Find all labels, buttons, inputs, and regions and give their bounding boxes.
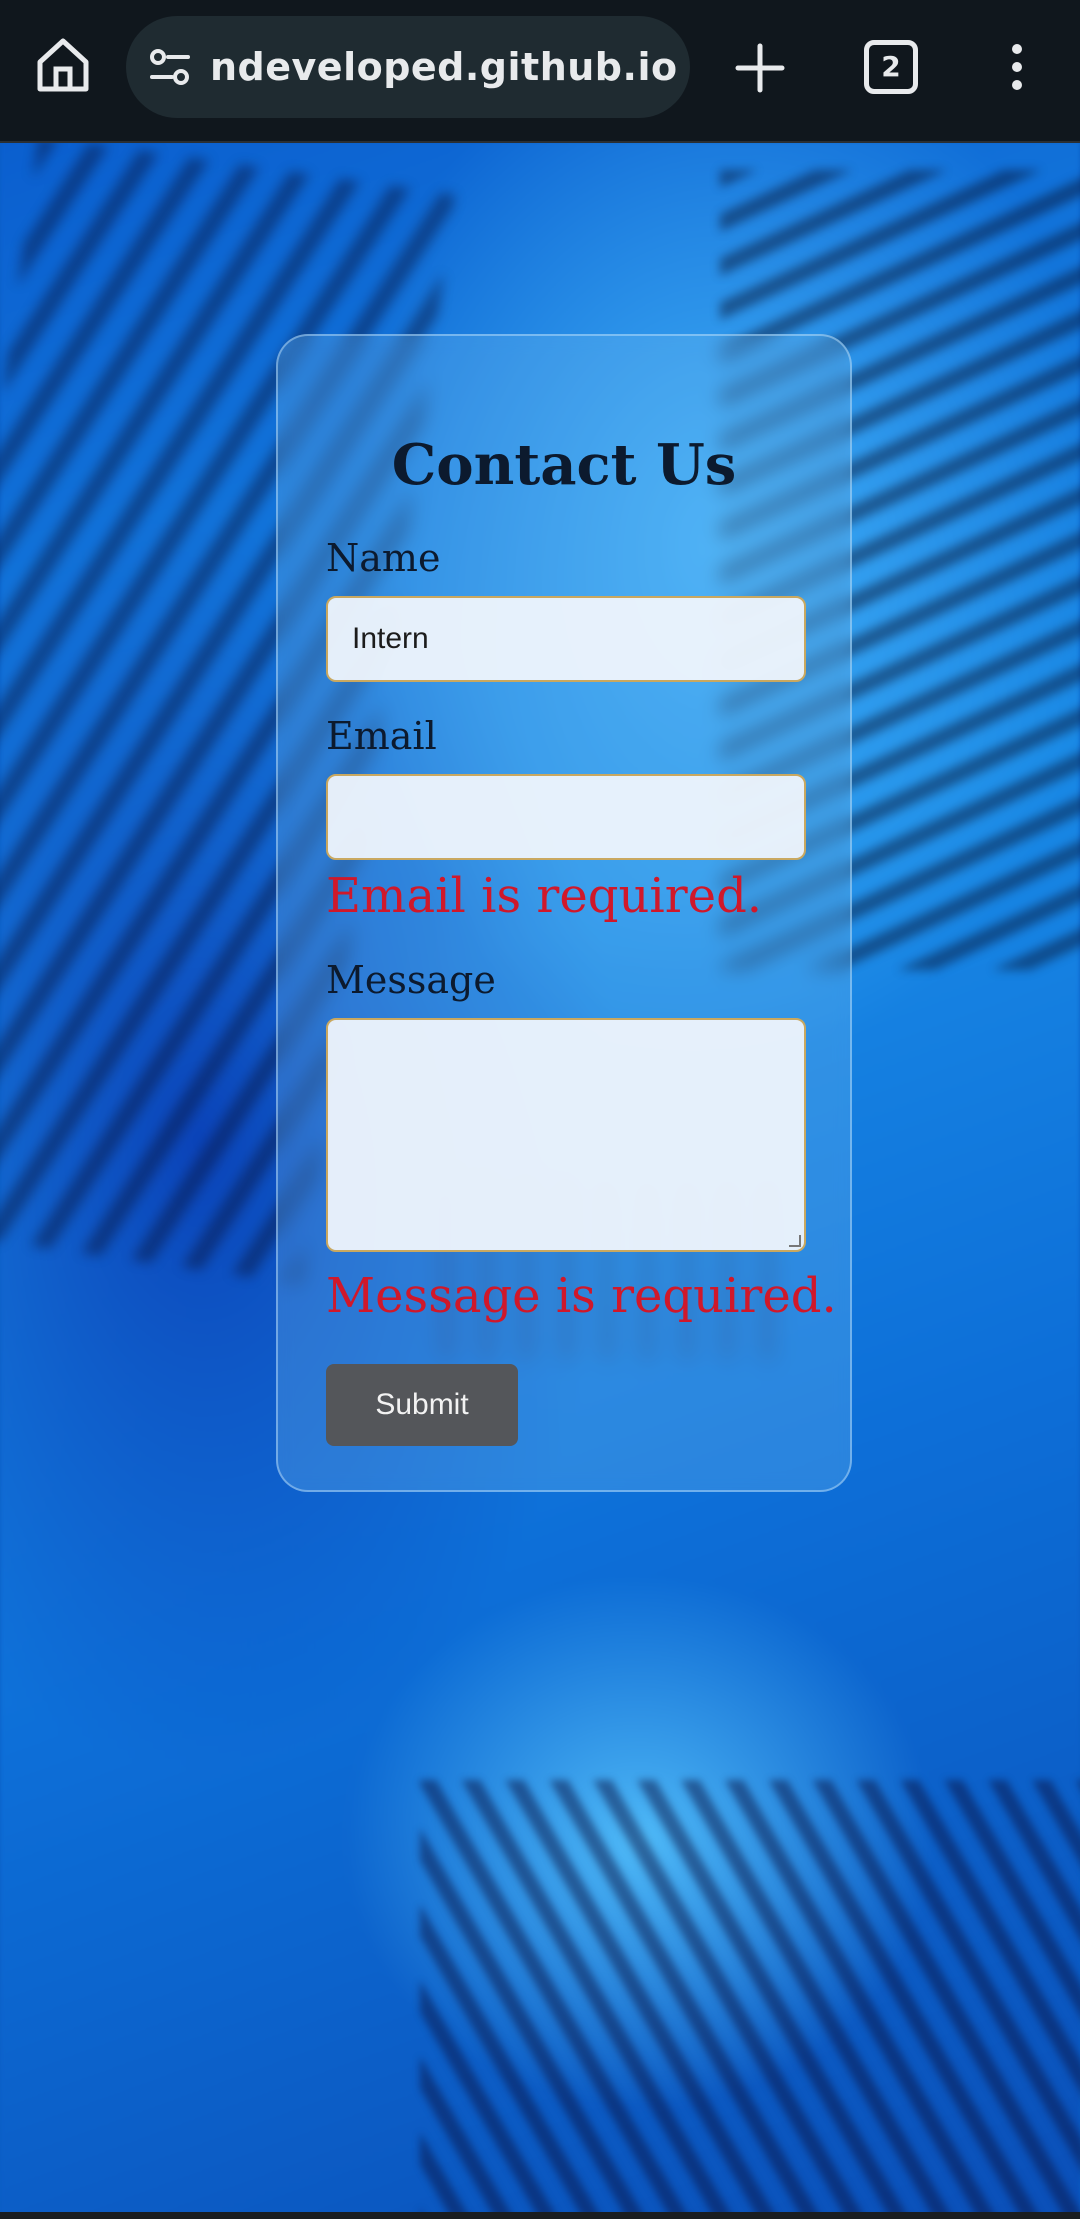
page: ndeveloped.github.io 2 Contact Us Name I… <box>0 0 1080 2219</box>
tab-switcher-button[interactable]: 2 <box>864 40 918 94</box>
email-label: Email <box>326 714 437 758</box>
background-pattern <box>420 1780 1080 2219</box>
message-label: Message <box>326 958 496 1002</box>
contact-form: Contact Us Name Intern Email Email is re… <box>276 334 852 1492</box>
resize-handle-icon[interactable] <box>789 1235 801 1247</box>
bottom-edge <box>0 2212 1080 2219</box>
browser-toolbar: ndeveloped.github.io 2 <box>0 0 1080 141</box>
more-vert-icon[interactable] <box>1000 42 1034 92</box>
email-input[interactable] <box>326 774 806 860</box>
submit-button[interactable]: Submit <box>326 1364 518 1446</box>
email-error: Email is required. <box>326 868 763 924</box>
name-label: Name <box>326 536 441 580</box>
message-textarea[interactable] <box>326 1018 806 1252</box>
plus-icon[interactable] <box>730 38 790 98</box>
url-text: ndeveloped.github.io <box>210 45 678 89</box>
home-icon[interactable] <box>30 32 96 98</box>
name-input[interactable]: Intern <box>326 596 806 682</box>
form-title: Contact Us <box>391 432 737 498</box>
address-bar[interactable]: ndeveloped.github.io <box>126 16 690 118</box>
message-error: Message is required. <box>326 1268 837 1324</box>
site-settings-icon[interactable] <box>148 46 192 90</box>
